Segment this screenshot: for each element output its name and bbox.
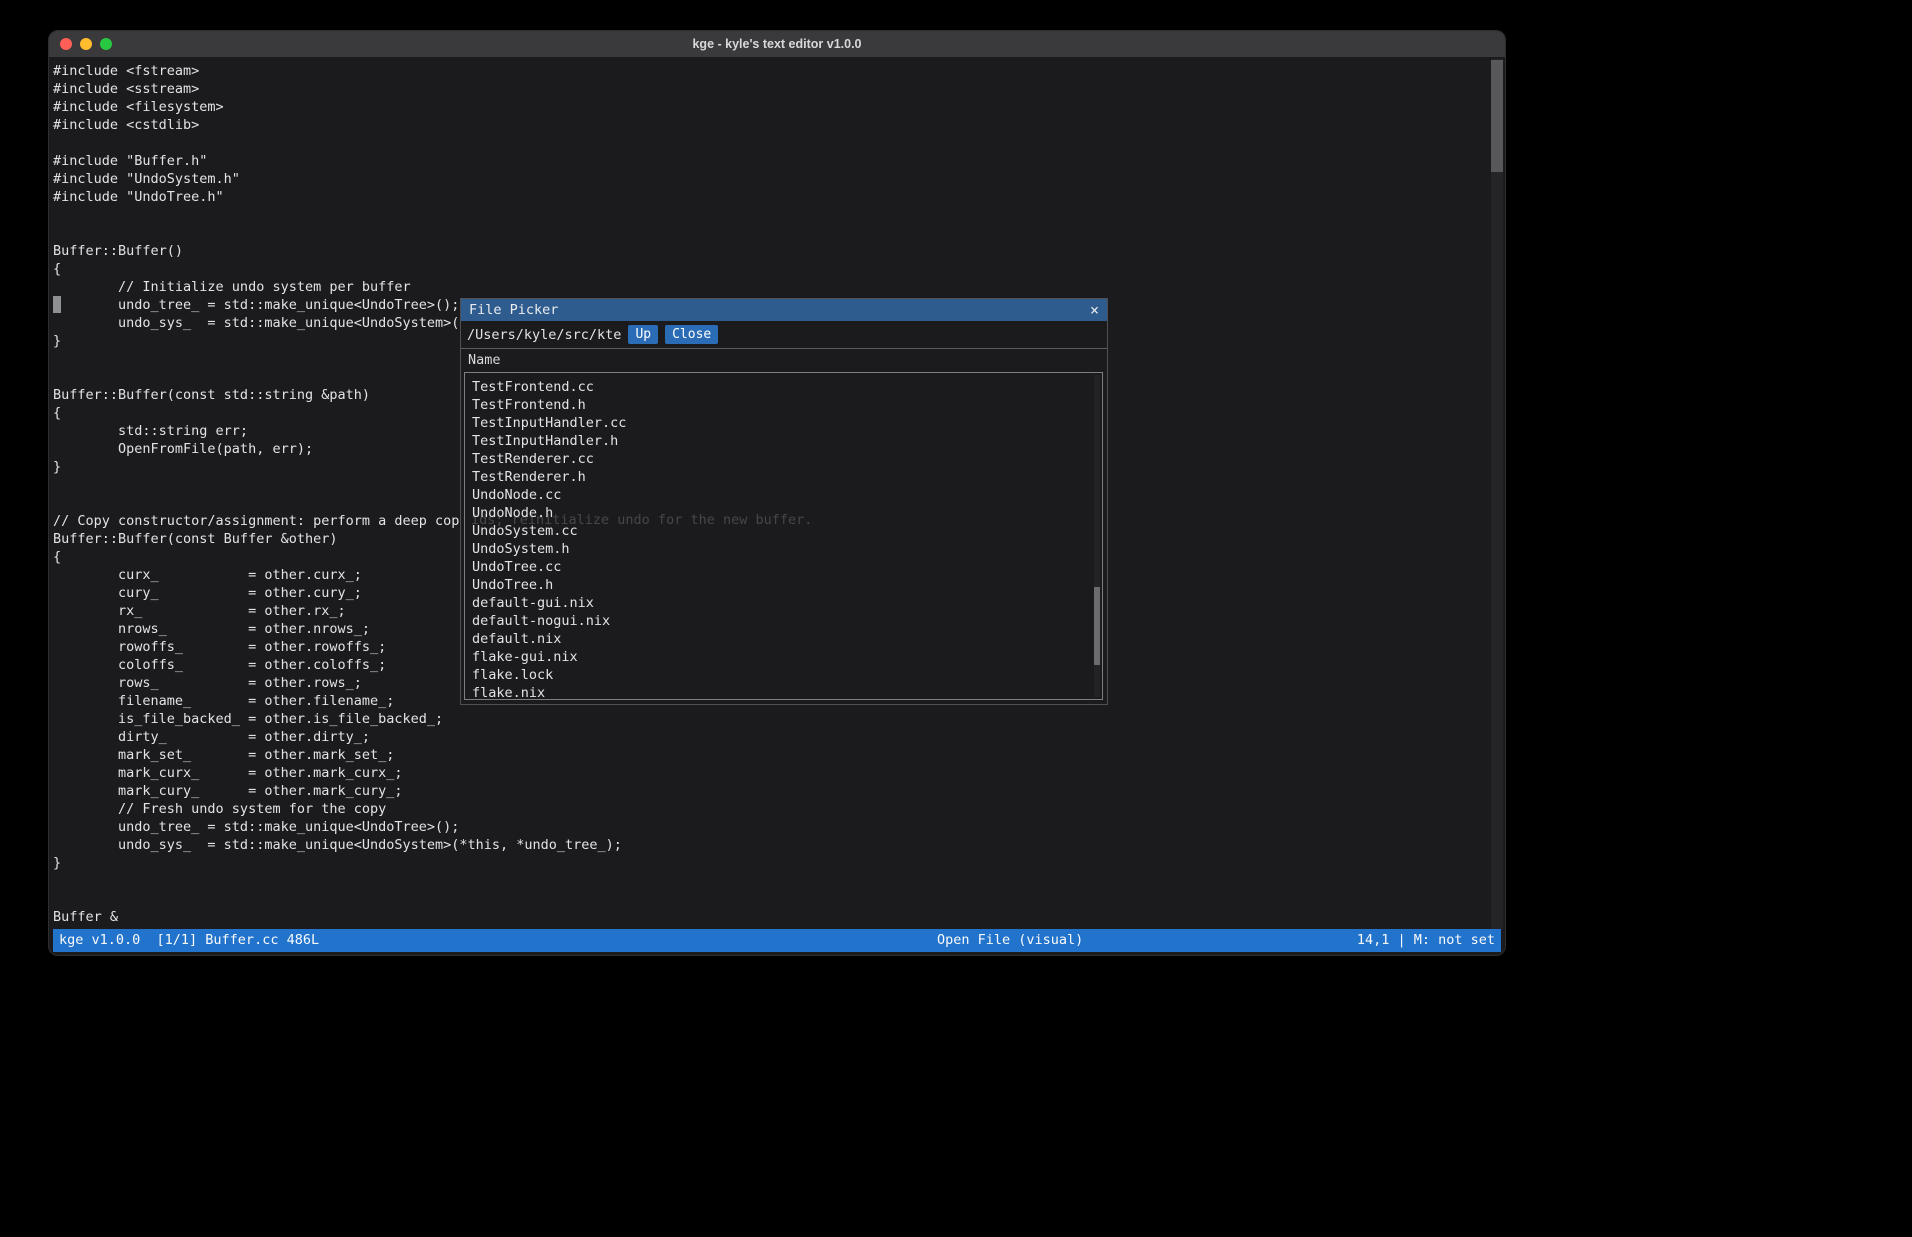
file-list-item[interactable]: UndoTree.h [465, 576, 1102, 594]
code-line [53, 224, 1487, 242]
window-zoom-button[interactable] [100, 38, 112, 50]
status-mode-message: Open File (visual) [937, 929, 1083, 952]
file-list-item[interactable]: TestInputHandler.cc [465, 414, 1102, 432]
window-title: kge - kyle's text editor v1.0.0 [692, 37, 861, 51]
current-path: /Users/kyle/src/kte [467, 327, 621, 343]
close-button[interactable]: Close [665, 325, 718, 344]
code-line: } [53, 854, 1487, 872]
code-line: dirty_ = other.dirty_; [53, 728, 1487, 746]
code-line [53, 872, 1487, 890]
file-list-item[interactable]: default-gui.nix [465, 594, 1102, 612]
dialog-titlebar: File Picker × [461, 299, 1107, 321]
code-line: #include "UndoSystem.h" [53, 170, 1487, 188]
code-line [53, 890, 1487, 908]
file-list-item[interactable]: UndoSystem.h [465, 540, 1102, 558]
code-line: Buffer::Buffer() [53, 242, 1487, 260]
file-list-item[interactable]: TestInputHandler.h [465, 432, 1102, 450]
traffic-lights [60, 31, 112, 57]
window-close-button[interactable] [60, 38, 72, 50]
code-line: mark_cury_ = other.mark_cury_; [53, 782, 1487, 800]
dialog-title: File Picker [469, 302, 558, 318]
file-list-item[interactable]: flake-gui.nix [465, 648, 1102, 666]
code-line: undo_tree_ = std::make_unique<UndoTree>(… [53, 818, 1487, 836]
desktop: kge - kyle's text editor v1.0.0 #include… [0, 0, 1912, 1237]
status-cursor-position: 14,1 | M: not set [1357, 929, 1495, 952]
file-list-item[interactable]: UndoNode.cc [465, 486, 1102, 504]
file-list[interactable]: TestFrontend.cc TestFrontend.h TestInput… [464, 372, 1103, 700]
dialog-path-row: /Users/kyle/src/kte Up Close [461, 321, 1107, 349]
file-list-item[interactable]: default.nix [465, 630, 1102, 648]
dialog-close-icon[interactable]: × [1090, 303, 1099, 318]
code-line: // Fresh undo system for the copy [53, 800, 1487, 818]
code-line: #include "UndoTree.h" [53, 188, 1487, 206]
file-list-item[interactable]: flake.lock [465, 666, 1102, 684]
file-list-item[interactable]: UndoNode.h [465, 504, 1102, 522]
code-line: mark_curx_ = other.mark_curx_; [53, 764, 1487, 782]
file-list-item[interactable]: flake.nix [465, 684, 1102, 700]
code-line: #include "Buffer.h" [53, 152, 1487, 170]
window-minimize-button[interactable] [80, 38, 92, 50]
file-list-item[interactable]: TestFrontend.h [465, 396, 1102, 414]
file-list-item[interactable]: UndoSystem.cc [465, 522, 1102, 540]
code-line: #include <fstream> [53, 62, 1487, 80]
file-list-item[interactable]: TestFrontend.cc [465, 378, 1102, 396]
up-button[interactable]: Up [628, 325, 658, 344]
file-list-item[interactable]: TestRenderer.cc [465, 450, 1102, 468]
file-list-item[interactable]: UndoTree.cc [465, 558, 1102, 576]
code-line: #include <filesystem> [53, 98, 1487, 116]
code-line [53, 206, 1487, 224]
status-bar: kge v1.0.0 [1/1] Buffer.cc 486L Open Fil… [53, 929, 1501, 952]
file-list-scrollbar-thumb[interactable] [1094, 587, 1100, 665]
code-line: Buffer & [53, 908, 1487, 926]
editor-scrollbar[interactable] [1491, 59, 1503, 929]
text-cursor [53, 296, 61, 313]
code-line: #include <cstdlib> [53, 116, 1487, 134]
window-titlebar: kge - kyle's text editor v1.0.0 [49, 31, 1505, 57]
code-line: #include <sstream> [53, 80, 1487, 98]
code-line: { [53, 260, 1487, 278]
file-picker-dialog: File Picker × /Users/kyle/src/kte Up Clo… [460, 298, 1108, 705]
code-line: // Initialize undo system per buffer [53, 278, 1487, 296]
editor-scrollbar-thumb[interactable] [1491, 60, 1503, 172]
file-list-item[interactable]: default-nogui.nix [465, 612, 1102, 630]
file-list-item[interactable]: TestRenderer.h [465, 468, 1102, 486]
status-left: kge v1.0.0 [1/1] Buffer.cc 486L [59, 929, 319, 952]
column-header-name: Name [461, 349, 1107, 371]
code-line: undo_sys_ = std::make_unique<UndoSystem>… [53, 836, 1487, 854]
code-line: mark_set_ = other.mark_set_; [53, 746, 1487, 764]
code-line: is_file_backed_ = other.is_file_backed_; [53, 710, 1487, 728]
code-line [53, 134, 1487, 152]
